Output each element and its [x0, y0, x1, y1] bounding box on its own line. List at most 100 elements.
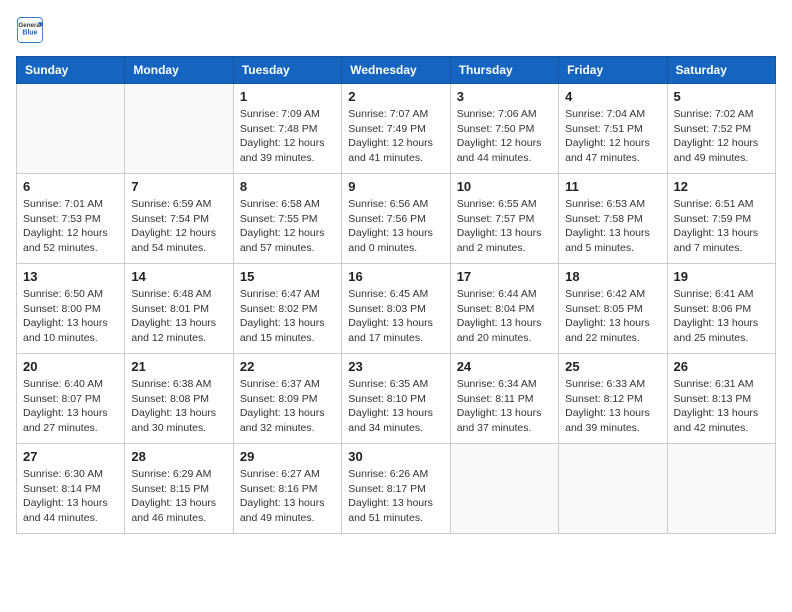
- table-row: [450, 444, 558, 534]
- calendar-week-1: 1 Sunrise: 7:09 AM Sunset: 7:48 PM Daylig…: [17, 84, 776, 174]
- header-wednesday: Wednesday: [342, 57, 450, 84]
- table-row: 25Sunrise: 6:33 AM Sunset: 8:12 PM Dayli…: [559, 354, 667, 444]
- day-info: Sunrise: 6:59 AM Sunset: 7:54 PM Dayligh…: [131, 197, 226, 256]
- day-info: Sunrise: 6:53 AM Sunset: 7:58 PM Dayligh…: [565, 197, 660, 256]
- table-row: 3 Sunrise: 7:06 AM Sunset: 7:50 PM Daylig…: [450, 84, 558, 174]
- day-info: Sunrise: 6:42 AM Sunset: 8:05 PM Dayligh…: [565, 287, 660, 346]
- header-thursday: Thursday: [450, 57, 558, 84]
- table-row: [667, 444, 775, 534]
- table-row: 26Sunrise: 6:31 AM Sunset: 8:13 PM Dayli…: [667, 354, 775, 444]
- day-info: Sunrise: 6:35 AM Sunset: 8:10 PM Dayligh…: [348, 377, 443, 436]
- day-number: 14: [131, 269, 226, 284]
- day-info: Sunrise: 6:50 AM Sunset: 8:00 PM Dayligh…: [23, 287, 118, 346]
- day-number: 29: [240, 449, 335, 464]
- day-number: 10: [457, 179, 552, 194]
- day-info: Sunrise: 6:27 AM Sunset: 8:16 PM Dayligh…: [240, 467, 335, 526]
- day-info: Sunrise: 7:09 AM Sunset: 7:48 PM Dayligh…: [240, 107, 335, 166]
- table-row: 14 Sunrise: 6:48 AM Sunset: 8:01 PM Dayli…: [125, 264, 233, 354]
- day-info: Sunrise: 6:47 AM Sunset: 8:02 PM Dayligh…: [240, 287, 335, 346]
- day-info: Sunrise: 6:31 AM Sunset: 8:13 PM Dayligh…: [674, 377, 769, 436]
- table-row: 28 Sunrise: 6:29 AM Sunset: 8:15 PM Dayli…: [125, 444, 233, 534]
- day-info: Sunrise: 6:56 AM Sunset: 7:56 PM Dayligh…: [348, 197, 443, 256]
- calendar-week-4: 20 Sunrise: 6:40 AM Sunset: 8:07 PM Dayli…: [17, 354, 776, 444]
- day-info: Sunrise: 6:29 AM Sunset: 8:15 PM Dayligh…: [131, 467, 226, 526]
- table-row: 7Sunrise: 6:59 AM Sunset: 7:54 PM Daylig…: [125, 174, 233, 264]
- table-row: 23 Sunrise: 6:35 AM Sunset: 8:10 PM Dayli…: [342, 354, 450, 444]
- table-row: 21Sunrise: 6:38 AM Sunset: 8:08 PM Dayli…: [125, 354, 233, 444]
- day-number: 6: [23, 179, 118, 194]
- day-number: 27: [23, 449, 118, 464]
- table-row: 10 Sunrise: 6:55 AM Sunset: 7:57 PM Dayli…: [450, 174, 558, 264]
- day-info: Sunrise: 6:30 AM Sunset: 8:14 PM Dayligh…: [23, 467, 118, 526]
- table-row: 9 Sunrise: 6:56 AM Sunset: 7:56 PM Daylig…: [342, 174, 450, 264]
- day-number: 9: [348, 179, 443, 194]
- table-row: 19Sunrise: 6:41 AM Sunset: 8:06 PM Dayli…: [667, 264, 775, 354]
- table-row: [17, 84, 125, 174]
- calendar-week-3: 13 Sunrise: 6:50 AM Sunset: 8:00 PM Dayli…: [17, 264, 776, 354]
- table-row: 30Sunrise: 6:26 AM Sunset: 8:17 PM Dayli…: [342, 444, 450, 534]
- table-row: 16 Sunrise: 6:45 AM Sunset: 8:03 PM Dayli…: [342, 264, 450, 354]
- table-row: 24 Sunrise: 6:34 AM Sunset: 8:11 PM Dayli…: [450, 354, 558, 444]
- table-row: 18 Sunrise: 6:42 AM Sunset: 8:05 PM Dayli…: [559, 264, 667, 354]
- day-number: 8: [240, 179, 335, 194]
- day-info: Sunrise: 6:48 AM Sunset: 8:01 PM Dayligh…: [131, 287, 226, 346]
- day-number: 5: [674, 89, 769, 104]
- day-info: Sunrise: 6:55 AM Sunset: 7:57 PM Dayligh…: [457, 197, 552, 256]
- day-number: 1: [240, 89, 335, 104]
- table-row: 17 Sunrise: 6:44 AM Sunset: 8:04 PM Dayli…: [450, 264, 558, 354]
- day-info: Sunrise: 6:44 AM Sunset: 8:04 PM Dayligh…: [457, 287, 552, 346]
- table-row: 8 Sunrise: 6:58 AM Sunset: 7:55 PM Daylig…: [233, 174, 341, 264]
- table-row: [559, 444, 667, 534]
- table-row: 1 Sunrise: 7:09 AM Sunset: 7:48 PM Daylig…: [233, 84, 341, 174]
- table-row: 2Sunrise: 7:07 AM Sunset: 7:49 PM Daylig…: [342, 84, 450, 174]
- table-row: 4 Sunrise: 7:04 AM Sunset: 7:51 PM Daylig…: [559, 84, 667, 174]
- day-number: 16: [348, 269, 443, 284]
- day-info: Sunrise: 6:37 AM Sunset: 8:09 PM Dayligh…: [240, 377, 335, 436]
- day-number: 4: [565, 89, 660, 104]
- day-info: Sunrise: 6:58 AM Sunset: 7:55 PM Dayligh…: [240, 197, 335, 256]
- logo: General Blue: [16, 16, 48, 44]
- table-row: 27 Sunrise: 6:30 AM Sunset: 8:14 PM Dayli…: [17, 444, 125, 534]
- table-row: 22 Sunrise: 6:37 AM Sunset: 8:09 PM Dayli…: [233, 354, 341, 444]
- table-row: 11 Sunrise: 6:53 AM Sunset: 7:58 PM Dayli…: [559, 174, 667, 264]
- day-number: 28: [131, 449, 226, 464]
- table-row: [125, 84, 233, 174]
- day-info: Sunrise: 6:34 AM Sunset: 8:11 PM Dayligh…: [457, 377, 552, 436]
- calendar-table: Sunday Monday Tuesday Wednesday Thursday…: [16, 56, 776, 534]
- day-info: Sunrise: 7:07 AM Sunset: 7:49 PM Dayligh…: [348, 107, 443, 166]
- table-row: 13 Sunrise: 6:50 AM Sunset: 8:00 PM Dayli…: [17, 264, 125, 354]
- calendar-header-row: Sunday Monday Tuesday Wednesday Thursday…: [17, 57, 776, 84]
- header-tuesday: Tuesday: [233, 57, 341, 84]
- header-friday: Friday: [559, 57, 667, 84]
- day-number: 18: [565, 269, 660, 284]
- day-info: Sunrise: 7:06 AM Sunset: 7:50 PM Dayligh…: [457, 107, 552, 166]
- day-number: 22: [240, 359, 335, 374]
- header-monday: Monday: [125, 57, 233, 84]
- day-info: Sunrise: 6:40 AM Sunset: 8:07 PM Dayligh…: [23, 377, 118, 436]
- table-row: 20 Sunrise: 6:40 AM Sunset: 8:07 PM Dayli…: [17, 354, 125, 444]
- day-info: Sunrise: 6:33 AM Sunset: 8:12 PM Dayligh…: [565, 377, 660, 436]
- day-info: Sunrise: 6:45 AM Sunset: 8:03 PM Dayligh…: [348, 287, 443, 346]
- day-info: Sunrise: 6:51 AM Sunset: 7:59 PM Dayligh…: [674, 197, 769, 256]
- calendar-week-5: 27 Sunrise: 6:30 AM Sunset: 8:14 PM Dayli…: [17, 444, 776, 534]
- day-number: 3: [457, 89, 552, 104]
- header-sunday: Sunday: [17, 57, 125, 84]
- table-row: 29 Sunrise: 6:27 AM Sunset: 8:16 PM Dayli…: [233, 444, 341, 534]
- day-number: 20: [23, 359, 118, 374]
- day-number: 24: [457, 359, 552, 374]
- day-number: 13: [23, 269, 118, 284]
- day-number: 23: [348, 359, 443, 374]
- day-number: 12: [674, 179, 769, 194]
- svg-text:General: General: [18, 22, 41, 29]
- table-row: 12 Sunrise: 6:51 AM Sunset: 7:59 PM Dayli…: [667, 174, 775, 264]
- table-row: 15 Sunrise: 6:47 AM Sunset: 8:02 PM Dayli…: [233, 264, 341, 354]
- day-number: 17: [457, 269, 552, 284]
- svg-text:Blue: Blue: [22, 30, 37, 37]
- day-number: 11: [565, 179, 660, 194]
- day-number: 30: [348, 449, 443, 464]
- day-info: Sunrise: 7:02 AM Sunset: 7:52 PM Dayligh…: [674, 107, 769, 166]
- day-info: Sunrise: 7:04 AM Sunset: 7:51 PM Dayligh…: [565, 107, 660, 166]
- day-info: Sunrise: 6:38 AM Sunset: 8:08 PM Dayligh…: [131, 377, 226, 436]
- day-number: 15: [240, 269, 335, 284]
- day-info: Sunrise: 7:01 AM Sunset: 7:53 PM Dayligh…: [23, 197, 118, 256]
